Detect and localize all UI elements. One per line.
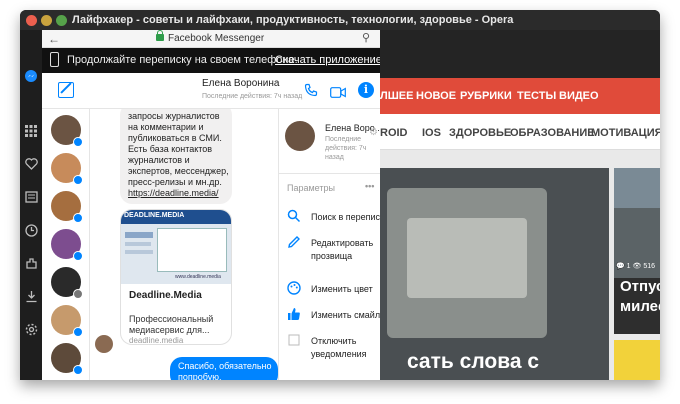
thumbs-up-icon: [287, 307, 301, 321]
contact-avatar[interactable]: [51, 229, 83, 261]
opera-sidebar: [20, 30, 42, 380]
incoming-message[interactable]: запросы журналистов на комментарии и пуб…: [120, 109, 232, 204]
conversation-header: Елена Воронина Последние действия: 7ч на…: [42, 73, 380, 109]
outgoing-message[interactable]: Спасибо, обязательно попробую.: [170, 357, 278, 380]
close-window-button[interactable]: [26, 15, 37, 26]
link-preview-image: DEADLINE.MEDIA www.deadline.media: [121, 210, 231, 284]
contact-avatar[interactable]: [51, 153, 83, 185]
news-icon[interactable]: [23, 189, 39, 205]
message-link[interactable]: https://deadline.media/: [128, 188, 224, 199]
contact-avatar[interactable]: [51, 191, 83, 223]
preview-site-url: www.deadline.media: [175, 274, 221, 280]
fb-badge-icon: [73, 137, 83, 147]
chat-thread: запросы журналистов на комментарии и пуб…: [90, 109, 278, 380]
info-contact-status: Последние действия: 7ч назад: [325, 136, 367, 161]
settings-gear-icon[interactable]: [23, 321, 39, 337]
messenger-panel: ← Facebook Messenger ⚲ Продолжайте переп…: [42, 30, 380, 380]
speed-dial-icon[interactable]: [23, 123, 39, 139]
call-icon[interactable]: [304, 83, 318, 97]
messenger-badge-icon: [73, 365, 83, 375]
side-article-title[interactable]: Отпуск милее: [614, 278, 660, 334]
fb-badge-icon: [73, 289, 83, 299]
video-call-icon[interactable]: [330, 85, 346, 98]
heart-icon[interactable]: [23, 156, 39, 172]
conversation-name[interactable]: Елена Воронина: [202, 78, 279, 89]
nav-item-motivation[interactable]: МОТИВАЦИЯ: [591, 127, 660, 139]
back-arrow-icon[interactable]: ←: [48, 32, 60, 46]
sender-avatar[interactable]: [95, 335, 113, 353]
link-preview-description: Профессиональный медиасервис для...: [129, 314, 214, 335]
conversation-info-panel: Елена Воро... Последние действия: 7ч наз…: [278, 109, 380, 380]
downloads-icon[interactable]: [23, 288, 39, 304]
pencil-icon: [287, 235, 301, 249]
app-promo-banner: Продолжайте переписку на своем телефоне.…: [42, 48, 380, 73]
new-message-icon[interactable]: [58, 82, 74, 98]
preview-logo: DEADLINE.MEDIA: [124, 212, 185, 219]
panel-title: Facebook Messenger: [168, 33, 265, 44]
messenger-badge-icon: [73, 213, 83, 223]
contact-avatar[interactable]: [51, 343, 83, 375]
extensions-icon[interactable]: [23, 255, 39, 271]
lock-icon: [156, 30, 164, 41]
phone-icon: [50, 52, 59, 67]
nav-item-categories[interactable]: РУБРИКИ: [460, 90, 512, 102]
side-article-image-2[interactable]: [614, 340, 660, 380]
hero-article-title[interactable]: сать слова с: [407, 350, 539, 374]
minimize-window-button[interactable]: [41, 15, 52, 26]
contact-avatar[interactable]: [51, 305, 83, 337]
info-avatar[interactable]: [285, 121, 315, 151]
messenger-icon[interactable]: [23, 68, 39, 84]
messenger-badge-icon: [73, 175, 83, 185]
search-icon: [287, 209, 301, 223]
nav-item-new[interactable]: НОВОЕ: [416, 90, 456, 102]
nav-item-best[interactable]: ЛШЕЕ: [380, 90, 413, 102]
contact-avatar[interactable]: [51, 115, 83, 147]
info-icon[interactable]: i: [358, 82, 374, 98]
download-app-link[interactable]: Скачать приложение: [275, 54, 380, 66]
messenger-badge-icon: [73, 251, 83, 261]
nav-item-tests[interactable]: ТЕСТЫ: [517, 90, 556, 102]
link-preview-card[interactable]: DEADLINE.MEDIA www.deadline.media Deadli…: [120, 209, 232, 345]
nav-item-video[interactable]: ВИДЕО: [559, 90, 599, 102]
pin-icon[interactable]: ⚲: [362, 31, 370, 44]
checkbox-icon[interactable]: [287, 333, 301, 347]
browser-window: Лайфхакер - советы и лайфхаки, продуктив…: [20, 10, 660, 380]
nav-item-health[interactable]: ЗДОРОВЬЕ: [449, 127, 511, 139]
link-preview-domain: deadline.media: [129, 336, 184, 345]
maximize-window-button[interactable]: [56, 15, 67, 26]
conversation-status: Последние действия: 7ч назад: [202, 93, 303, 100]
history-icon[interactable]: [23, 222, 39, 238]
window-title: Лайфхакер - советы и лайфхаки, продуктив…: [72, 14, 514, 26]
side-article-stats: 💬 1 👁 516: [616, 263, 656, 270]
contact-list: [42, 109, 90, 380]
palette-icon: [287, 281, 301, 295]
nav-item-ios[interactable]: IOS: [422, 127, 441, 139]
more-options-icon[interactable]: •••: [365, 181, 374, 191]
link-preview-title: Deadline.Media: [129, 290, 202, 301]
options-heading: Параметры: [287, 183, 335, 193]
divider: [279, 173, 380, 174]
contact-avatar[interactable]: [51, 267, 83, 299]
promo-text: Продолжайте переписку на своем телефоне.: [67, 54, 298, 66]
nav-item-education[interactable]: ОБРАЗОВАНИЕ: [510, 127, 595, 139]
gear-icon[interactable]: ⚙: [369, 127, 378, 138]
nav-item-android[interactable]: ROID: [380, 127, 408, 139]
messenger-panel-bar: ← Facebook Messenger ⚲: [42, 30, 380, 48]
title-bar: Лайфхакер - советы и лайфхаки, продуктив…: [20, 10, 660, 30]
messenger-badge-icon: [73, 327, 83, 337]
